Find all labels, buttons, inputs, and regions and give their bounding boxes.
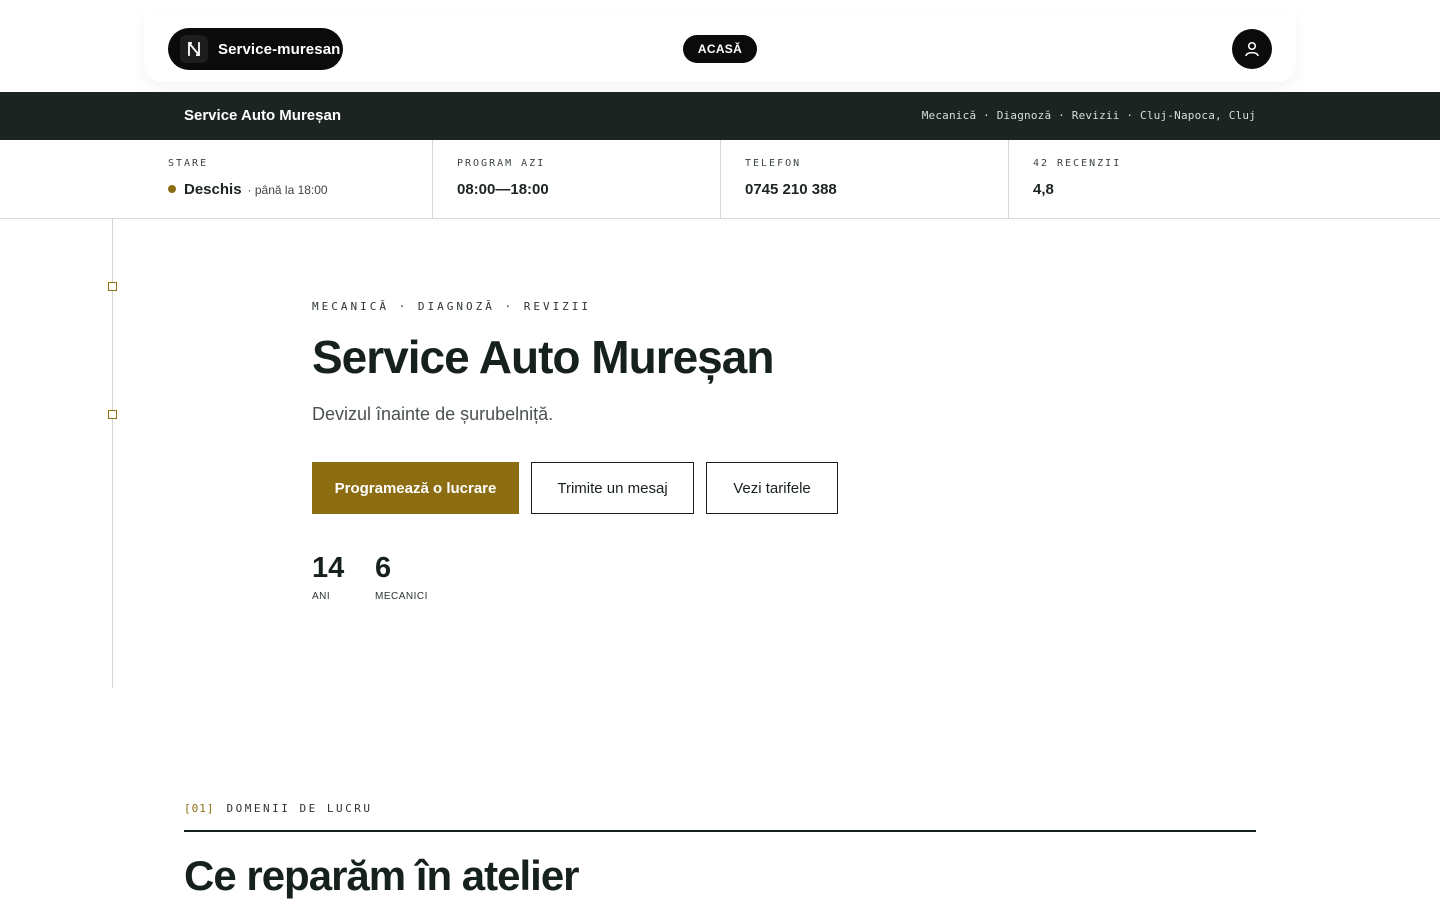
section-number: [01] (184, 802, 215, 815)
stat-reviews-value: 4,8 (1033, 181, 1054, 198)
section-title: Ce reparăm în atelier (184, 852, 580, 899)
metric-mechanics: 6 MECANICI (375, 552, 428, 602)
status-text: Deschis (184, 181, 242, 198)
hero-subtitle: Devizul înainte de șurubelniță. (312, 404, 554, 424)
nav-home-link[interactable]: ACASĂ (683, 35, 757, 63)
stats-bar: STARE Deschis · până la 18:00 PROGRAM AZI… (0, 140, 1440, 219)
stat-schedule-label: PROGRAM AZI (457, 158, 546, 169)
metric-years: 14 ANI (312, 552, 344, 602)
stat-reviews-label: 42 RECENZII (1033, 158, 1122, 169)
status-sub: · până la 18:00 (247, 183, 328, 197)
hero-title: Service Auto Mureșan (312, 331, 774, 383)
strip-meta: Mecanică · Diagnoză · Revizii · Cluj-Nap… (921, 109, 1256, 122)
stat-phone: TELEFON 0745 210 388 (720, 140, 1008, 218)
book-appointment-button[interactable]: Programează o lucrare (312, 462, 519, 514)
stat-status: STARE Deschis · până la 18:00 (0, 140, 432, 218)
metric-value: 14 (312, 552, 345, 584)
stat-reviews: 42 RECENZII 4,8 (1008, 140, 1440, 218)
stat-status-value: Deschis · până la 18:00 (168, 181, 328, 198)
section-divider (184, 830, 1256, 832)
metric-label: MECANICI (375, 591, 428, 602)
user-icon (1245, 41, 1259, 57)
guide-marker (108, 410, 117, 419)
status-dot-icon (168, 185, 176, 193)
stat-phone-value[interactable]: 0745 210 388 (745, 181, 837, 198)
stat-schedule-value: 08:00—18:00 (457, 181, 549, 198)
send-message-button[interactable]: Trimite un mesaj (531, 462, 694, 514)
stat-schedule: PROGRAM AZI 08:00—18:00 (432, 140, 720, 218)
business-strip: Service Auto Mureșan Mecanică · Diagnoză… (0, 92, 1440, 140)
stat-phone-label: TELEFON (745, 158, 802, 169)
n-logo-icon (180, 35, 208, 63)
stat-status-label: STARE (168, 158, 209, 169)
account-button[interactable] (1232, 29, 1272, 69)
hero-eyebrow: MECANICĂ · DIAGNOZĂ · REVIZII (312, 300, 592, 313)
strip-title: Service Auto Mureșan (184, 107, 341, 124)
guide-marker (108, 282, 117, 291)
brand-label: Service-muresan (218, 40, 341, 58)
section-tag-label: DOMENII DE LUCRU (226, 802, 373, 815)
brand-button[interactable]: Service-muresan (168, 28, 343, 70)
metric-label: ANI (312, 591, 331, 602)
view-prices-button[interactable]: Vezi tarifele (706, 462, 838, 514)
section-tag: [01] DOMENII DE LUCRU (184, 802, 372, 815)
metric-value: 6 (375, 552, 392, 584)
